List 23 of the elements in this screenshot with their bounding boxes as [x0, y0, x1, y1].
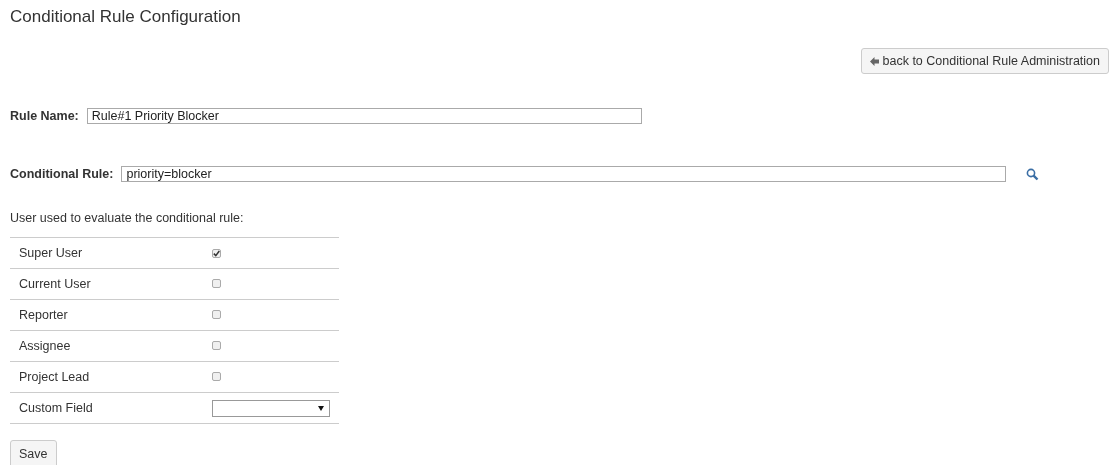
field-label: Rule Name:	[10, 108, 79, 125]
dropdown-field[interactable]	[212, 399, 330, 417]
row-label: Current User	[19, 276, 91, 291]
search-icon[interactable]	[1026, 167, 1040, 181]
row-label: Project Lead	[19, 369, 90, 384]
back-button[interactable]: back to Conditional Rule Administration	[860, 48, 1109, 74]
checkbox[interactable]	[212, 371, 221, 381]
save-button[interactable]: Save	[10, 440, 57, 465]
row-label: Reporter	[19, 307, 68, 322]
row-label: Custom Field	[19, 400, 93, 415]
caret-icon	[318, 405, 324, 411]
checkbox[interactable]	[212, 248, 221, 258]
checkbox[interactable]	[212, 309, 221, 319]
field-label: Conditional Rule:	[10, 165, 114, 183]
arrow-left-icon	[869, 56, 879, 66]
row-label: Assignee	[19, 338, 71, 353]
page-title: Conditional Rule Configuration	[10, 6, 242, 28]
checkbox[interactable]	[212, 340, 221, 350]
section-label: User used to evaluate the conditional rule:	[10, 209, 245, 227]
row-label: Super User	[19, 245, 83, 260]
text-field[interactable]: priority=blocker	[121, 166, 1007, 183]
text-field[interactable]: Rule#1 Priority Blocker	[86, 108, 642, 125]
checkbox[interactable]	[212, 278, 221, 288]
